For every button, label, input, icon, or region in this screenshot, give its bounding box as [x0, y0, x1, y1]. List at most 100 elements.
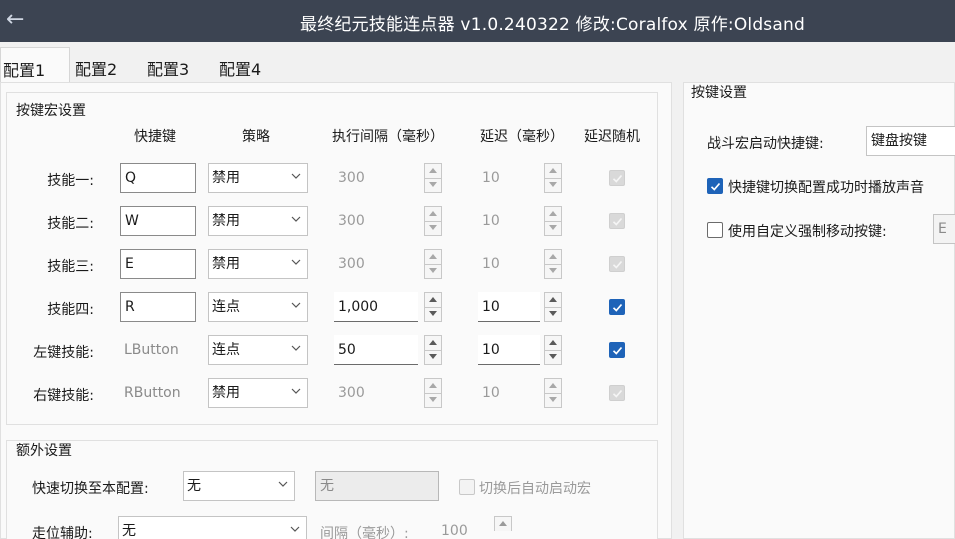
- tab-config-1[interactable]: 配置1: [0, 47, 70, 83]
- random-delay-checkbox[interactable]: [609, 299, 625, 315]
- interval-stepper: 300: [334, 249, 446, 279]
- stepper-down-icon[interactable]: [424, 307, 442, 322]
- interval-value[interactable]: 300: [334, 163, 418, 193]
- interval-stepper: 1,000: [334, 292, 446, 322]
- move-assist-select[interactable]: 无: [118, 516, 307, 539]
- move-interval-label: 间隔（毫秒）:: [320, 526, 409, 539]
- move-assist-label: 走位辅助:: [32, 526, 93, 539]
- stepper-down-icon[interactable]: [544, 307, 562, 322]
- strategy-select[interactable]: 连点: [208, 335, 308, 365]
- extra-group-title: 额外设置: [16, 443, 72, 459]
- stepper-up-icon[interactable]: [424, 292, 442, 307]
- custom-move-checkbox[interactable]: [707, 222, 723, 238]
- tab-config-4[interactable]: 配置4: [219, 47, 261, 83]
- stepper-up-icon[interactable]: [544, 206, 562, 221]
- delay-stepper: 10: [478, 378, 566, 408]
- stepper-up-icon[interactable]: [544, 163, 562, 178]
- delay-value[interactable]: 10: [478, 292, 540, 322]
- tab-config-2[interactable]: 配置2: [75, 47, 117, 83]
- delay-value[interactable]: 10: [478, 163, 540, 193]
- row-label: 技能一:: [47, 173, 94, 189]
- chevron-down-icon: [290, 524, 300, 534]
- macro-group-title: 按键宏设置: [16, 103, 86, 119]
- chevron-down-icon: [291, 171, 301, 181]
- stepper-down-icon[interactable]: [544, 350, 562, 365]
- config-tabs: 配置1 配置2 配置3 配置4: [0, 47, 680, 83]
- stepper-up-icon[interactable]: [424, 163, 442, 178]
- stepper-up-icon[interactable]: [424, 378, 442, 393]
- hotkey-input[interactable]: Q: [120, 163, 196, 193]
- strategy-select[interactable]: 禁用: [208, 206, 308, 236]
- stepper-up-icon[interactable]: [424, 206, 442, 221]
- header-delay: 延迟（毫秒）: [480, 129, 564, 145]
- sound-checkbox[interactable]: [707, 178, 723, 194]
- strategy-value: 禁用: [212, 170, 240, 186]
- move-assist-value: 无: [122, 523, 136, 539]
- stepper-down-icon[interactable]: [544, 221, 562, 236]
- stepper-up-icon[interactable]: [544, 335, 562, 350]
- delay-value[interactable]: 10: [478, 335, 540, 365]
- quick-switch-value: 无: [187, 478, 201, 494]
- hotkey-input[interactable]: R: [120, 292, 196, 322]
- stepper-down-icon[interactable]: [544, 264, 562, 279]
- row-label: 技能二:: [47, 216, 94, 232]
- stepper-up-icon[interactable]: [544, 292, 562, 307]
- strategy-value: 连点: [212, 342, 240, 358]
- stepper-down-icon[interactable]: [544, 178, 562, 193]
- quick-switch-display: 无: [315, 471, 439, 501]
- interval-value[interactable]: 300: [334, 206, 418, 236]
- row-label: 右键技能:: [33, 388, 94, 404]
- strategy-value: 连点: [212, 299, 240, 315]
- chevron-down-icon: [291, 257, 301, 267]
- delay-value[interactable]: 10: [478, 378, 540, 408]
- random-delay-checkbox[interactable]: [609, 170, 625, 186]
- hotkey-value: LButton: [124, 342, 179, 358]
- header-hotkey: 快捷键: [134, 129, 176, 145]
- stepper-up-icon[interactable]: [494, 516, 512, 531]
- strategy-select[interactable]: 禁用: [208, 249, 308, 279]
- stepper-up-icon[interactable]: [424, 249, 442, 264]
- interval-stepper: 50: [334, 335, 446, 365]
- delay-value[interactable]: 10: [478, 206, 540, 236]
- stepper-down-icon[interactable]: [424, 264, 442, 279]
- header-random: 延迟随机: [584, 129, 640, 145]
- tab-config-3[interactable]: 配置3: [147, 47, 189, 83]
- hotkey-input[interactable]: E: [120, 249, 196, 279]
- interval-value[interactable]: 300: [334, 249, 418, 279]
- interval-stepper: 300: [334, 206, 446, 236]
- sound-label: 快捷键切换配置成功时播放声音: [728, 180, 924, 196]
- stepper-down-icon[interactable]: [424, 178, 442, 193]
- stepper-down-icon[interactable]: [544, 393, 562, 408]
- auto-start-checkbox[interactable]: [459, 479, 475, 495]
- chevron-down-icon: [291, 214, 301, 224]
- interval-value[interactable]: 300: [334, 378, 418, 408]
- interval-value[interactable]: 1,000: [334, 292, 418, 322]
- delay-stepper: 10: [478, 292, 566, 322]
- hotkey-input[interactable]: W: [120, 206, 196, 236]
- stepper-down-icon[interactable]: [424, 393, 442, 408]
- strategy-value: 禁用: [212, 256, 240, 272]
- delay-stepper: 10: [478, 249, 566, 279]
- random-delay-checkbox[interactable]: [609, 213, 625, 229]
- stepper-up-icon[interactable]: [424, 335, 442, 350]
- row-label: 左键技能:: [33, 345, 94, 361]
- strategy-select[interactable]: 禁用: [208, 378, 308, 408]
- random-delay-checkbox[interactable]: [609, 256, 625, 272]
- key-settings-title: 按键设置: [691, 85, 747, 101]
- interval-value[interactable]: 50: [334, 335, 418, 365]
- delay-stepper: 10: [478, 335, 566, 365]
- custom-move-input[interactable]: E: [933, 214, 955, 244]
- strategy-select[interactable]: 连点: [208, 292, 308, 322]
- move-interval-stepper: [404, 516, 516, 539]
- stepper-up-icon[interactable]: [544, 249, 562, 264]
- start-hotkey-select[interactable]: 键盘按键: [866, 126, 955, 156]
- quick-switch-select[interactable]: 无: [183, 471, 295, 501]
- stepper-up-icon[interactable]: [544, 378, 562, 393]
- delay-stepper: 10: [478, 206, 566, 236]
- stepper-down-icon[interactable]: [424, 350, 442, 365]
- stepper-down-icon[interactable]: [424, 221, 442, 236]
- delay-value[interactable]: 10: [478, 249, 540, 279]
- strategy-select[interactable]: 禁用: [208, 163, 308, 193]
- random-delay-checkbox[interactable]: [609, 385, 625, 401]
- random-delay-checkbox[interactable]: [609, 342, 625, 358]
